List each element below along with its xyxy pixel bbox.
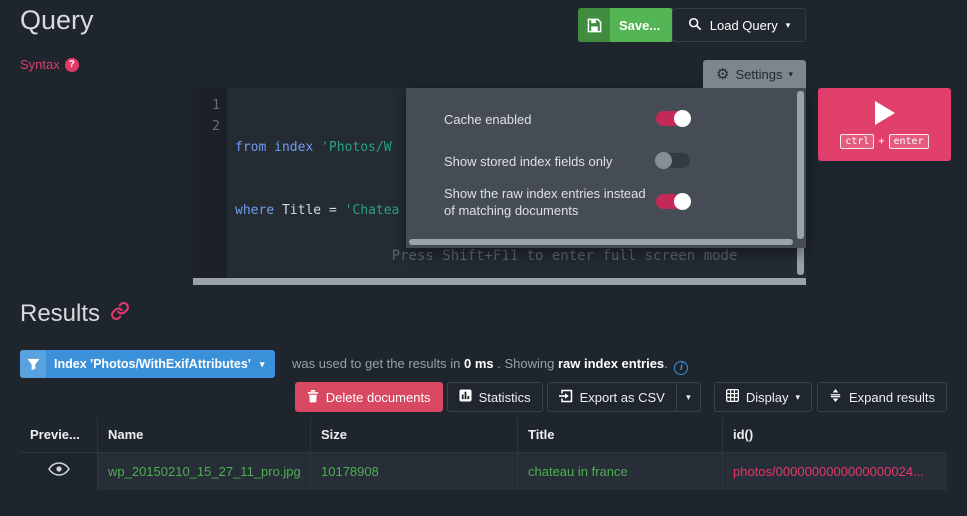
toggle-stored-fields-only[interactable] [655,152,690,169]
line-number: 1 [212,98,220,113]
dropdown-horizontal-scrollbar[interactable] [409,239,793,245]
kbd-enter: enter [888,133,929,149]
results-toolbar: Delete documents Statistics Export as CS… [290,382,947,412]
export-options-button[interactable]: ▾ [676,382,701,412]
toggle-cache-enabled[interactable] [656,110,691,127]
setting-label-cache: Cache enabled [444,112,532,127]
run-query-button[interactable]: ctrl + enter [818,88,951,161]
gear-icon: ⚙ [716,65,730,83]
cell-title: chateau in france [517,453,722,490]
trash-icon [307,389,319,406]
search-icon [688,17,702,34]
editor-gutter: 1 2 [193,88,227,285]
toggle-raw-index-entries[interactable] [656,193,691,210]
chevron-down-icon: ▾ [795,391,800,402]
column-header-name[interactable]: Name [97,418,310,452]
delete-documents-label: Delete documents [325,389,431,405]
index-used-label: Index 'Photos/WithExifAttributes' [54,357,251,371]
load-query-label: Load Query [709,17,778,33]
query-time: 0 ms [463,356,494,371]
display-button[interactable]: Display ▾ [713,382,812,412]
export-button-group: Export as CSV ▾ [546,382,701,412]
editor-horizontal-scrollbar[interactable] [193,278,806,285]
results-table: Previe... Name Size Title id() wp_201502… [20,418,947,490]
settings-dropdown: Cache enabled Show stored index fields o… [406,88,806,248]
column-header-id[interactable]: id() [722,418,947,452]
toggle-knob [674,110,691,127]
statistics-label: Statistics [478,389,531,405]
delete-documents-button[interactable]: Delete documents [294,382,443,412]
results-table-header: Previe... Name Size Title id() [20,418,947,452]
toggle-knob [674,193,691,210]
results-heading: Results [20,300,130,328]
save-button[interactable]: Save... [578,8,674,42]
dropdown-vertical-scrollbar[interactable] [797,91,804,239]
export-icon [558,389,573,406]
grid-icon [725,388,739,405]
column-header-preview[interactable]: Previe... [20,418,97,452]
filter-icon [20,350,46,378]
toggle-knob [655,152,672,169]
setting-label-stored-fields: Show stored index fields only [444,154,613,169]
chevron-down-icon: ▾ [788,68,793,79]
help-icon: ? [64,57,79,72]
load-query-button[interactable]: Load Query ▾ [672,8,806,42]
cell-name-link[interactable]: wp_20150210_15_27_11_pro.jpg [97,453,310,490]
setting-label-raw-entries: Show the raw index entries instead of ma… [444,186,646,218]
run-shortcut: ctrl + enter [840,133,929,149]
play-icon [874,100,895,125]
page-title: Query [20,5,94,35]
fullscreen-hint: Press Shift+F11 to enter full screen mod… [391,248,738,264]
cell-document-id-link[interactable]: photos/0000000000000000024... [722,453,947,490]
settings-button-label: Settings [735,66,783,82]
query-page: Query Save... Load Query ▾ Syntax ? ⚙ Se… [0,0,967,516]
statistics-button[interactable]: Statistics [446,382,543,412]
raw-entries-highlight: raw index entries [557,356,665,371]
export-csv-label: Export as CSV [579,389,665,405]
results-title-text: Results [20,300,101,327]
save-button-label: Save... [619,17,661,33]
expand-results-label: Expand results [849,389,935,405]
line-number: 2 [212,119,220,134]
display-label: Display [745,389,789,405]
settings-button[interactable]: ⚙ Settings ▾ [703,60,806,88]
code-line-2: where Title = 'Chatea [235,203,400,218]
statistics-icon [459,389,472,405]
editor-code[interactable]: from index 'Photos/W where Title = 'Chat… [235,95,399,263]
column-header-title[interactable]: Title [517,418,722,452]
expand-icon [829,389,842,405]
results-info-text: was used to get the results in 0 ms . Sh… [292,350,689,378]
chevron-down-icon: ▾ [785,19,791,30]
syntax-help-link[interactable]: Syntax ? [20,57,79,72]
chevron-down-icon: ▾ [686,391,691,402]
code-line-1: from index 'Photos/W [235,140,392,155]
save-icon [578,8,610,42]
preview-eye-button[interactable] [20,453,97,490]
kbd-plus: + [878,135,885,147]
table-row: wp_20150210_15_27_11_pro.jpg 10178908 ch… [20,452,947,490]
eye-icon [47,453,70,490]
export-csv-button[interactable]: Export as CSV [546,382,677,412]
info-icon[interactable]: i [674,361,689,375]
cell-size: 10178908 [310,453,517,490]
link-icon[interactable] [110,300,130,328]
expand-results-button[interactable]: Expand results [817,382,947,412]
chevron-down-icon: ▾ [259,358,265,369]
kbd-ctrl: ctrl [840,133,875,149]
syntax-label: Syntax [20,57,60,72]
index-used-button[interactable]: Index 'Photos/WithExifAttributes' ▾ [20,350,276,378]
column-header-size[interactable]: Size [310,418,517,452]
